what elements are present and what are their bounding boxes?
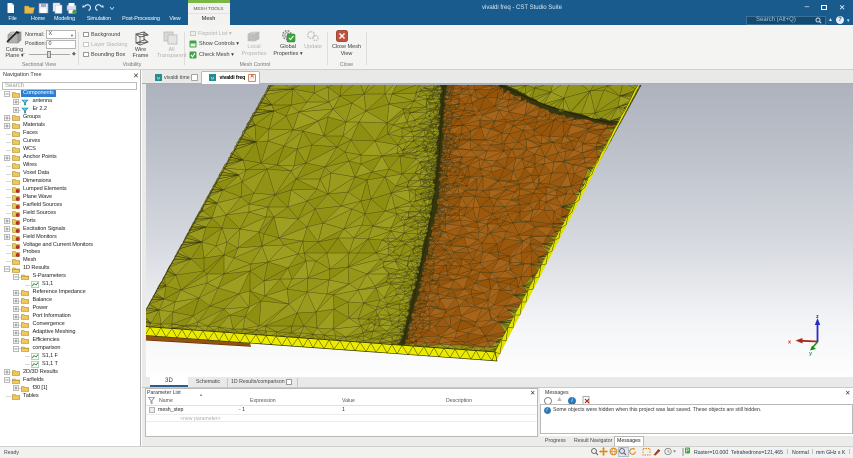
svg-text:M: M: [156, 75, 159, 80]
svg-text:x: x: [788, 340, 792, 346]
svg-text:z: z: [816, 314, 819, 320]
svg-text:y: y: [809, 351, 813, 357]
svg-text:M: M: [210, 75, 213, 80]
